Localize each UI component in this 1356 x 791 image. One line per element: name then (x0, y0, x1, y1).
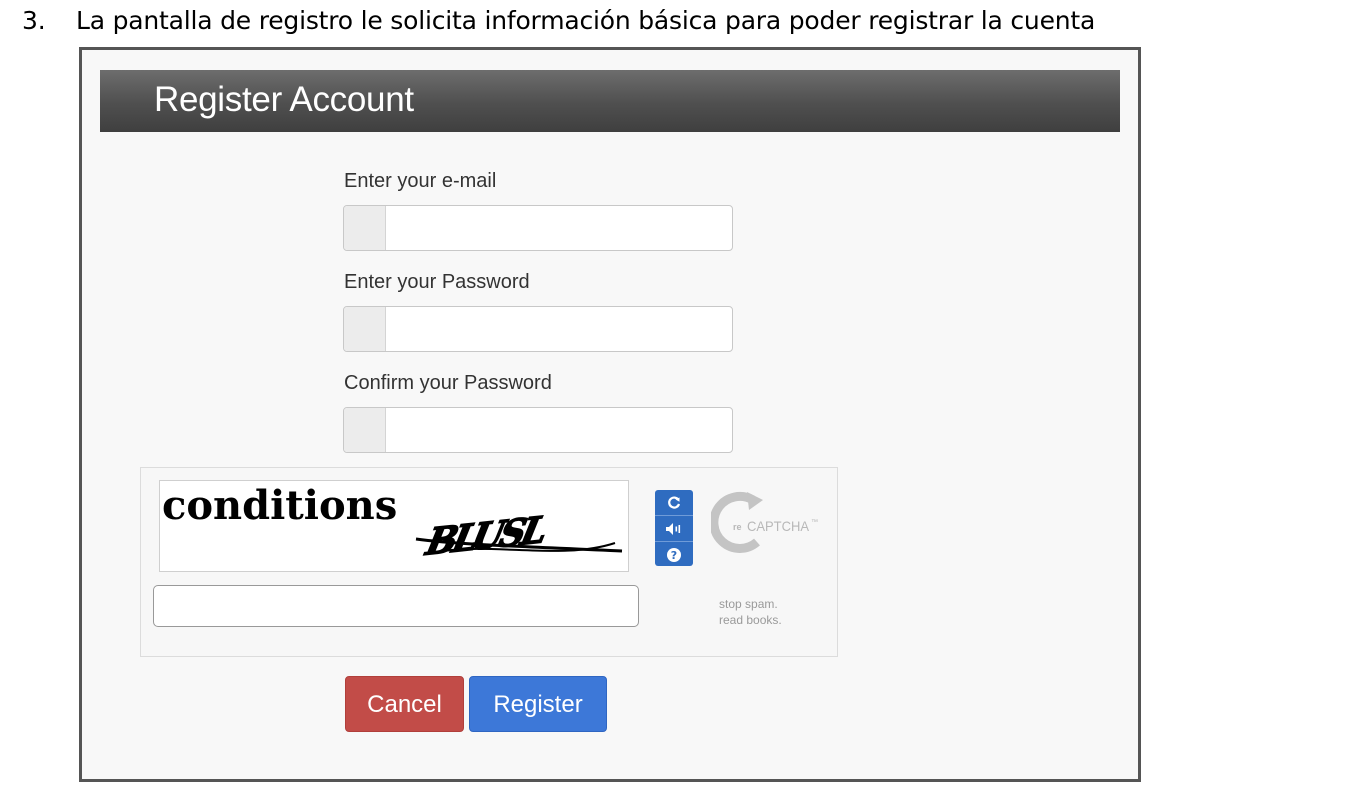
email-label: Enter your e-mail (344, 170, 497, 192)
svg-text:?: ? (671, 549, 677, 562)
refresh-button[interactable] (655, 490, 693, 515)
recaptcha-controls: ? (655, 490, 693, 566)
recaptcha-tagline: stop spam. read books. (719, 596, 782, 628)
password-label: Enter your Password (344, 271, 530, 293)
title-bar: Register Account (100, 70, 1120, 132)
register-button[interactable]: Register (469, 676, 607, 732)
confirm-password-field[interactable] (386, 408, 730, 452)
tagline-line-2: read books. (719, 613, 782, 627)
captcha-word-2: BLUSL (418, 508, 556, 565)
password-addon (344, 307, 386, 351)
document-step: 3. La pantalla de registro le solicita in… (22, 6, 1095, 35)
svg-text:re: re (733, 522, 742, 532)
captcha-response-input[interactable] (153, 585, 639, 627)
password-field[interactable] (386, 307, 730, 351)
register-window: Register Account Enter your e-mail Enter… (79, 47, 1141, 782)
recaptcha-logo: re CAPTCHA ™ (709, 488, 831, 561)
help-icon: ? (667, 547, 681, 562)
svg-text:™: ™ (811, 519, 818, 526)
confirm-password-field-group (343, 407, 733, 453)
email-addon (344, 206, 386, 250)
audio-icon (666, 522, 681, 535)
confirm-password-addon (344, 408, 386, 452)
step-text: La pantalla de registro le solicita info… (76, 6, 1096, 35)
captcha-image: conditions BLUSL (159, 480, 629, 572)
audio-button[interactable] (655, 515, 693, 541)
page-title: Register Account (154, 80, 414, 119)
tagline-line-1: stop spam. (719, 597, 778, 611)
refresh-icon (668, 495, 681, 509)
captcha-word-1: conditions (162, 482, 397, 529)
svg-text:CAPTCHA: CAPTCHA (747, 518, 810, 534)
email-field[interactable] (386, 206, 730, 250)
recaptcha-widget: conditions BLUSL ? re CAPTCHA ™ stop spa… (140, 467, 838, 657)
help-button[interactable]: ? (655, 541, 693, 567)
step-number: 3. (22, 6, 46, 35)
password-field-group (343, 306, 733, 352)
email-field-group (343, 205, 733, 251)
cancel-button[interactable]: Cancel (345, 676, 464, 732)
confirm-password-label: Confirm your Password (344, 372, 552, 394)
